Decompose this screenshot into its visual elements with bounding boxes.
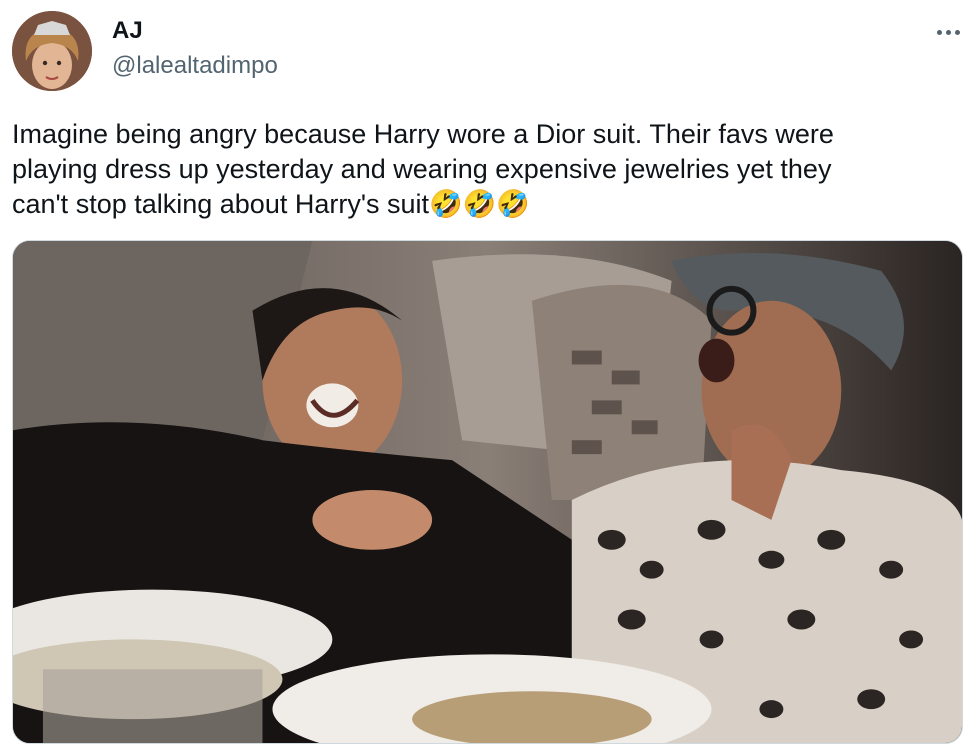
avatar[interactable] <box>12 11 92 91</box>
tweet-text: Imagine being angry because Harry wore a… <box>12 119 834 219</box>
media-image-content <box>13 241 962 743</box>
author-display-name[interactable]: AJ <box>112 17 143 45</box>
profile-avatar-icon <box>12 11 92 91</box>
author-handle[interactable]: @lalealtadimpo <box>112 52 278 80</box>
more-options-button[interactable] <box>934 22 962 42</box>
ellipsis-icon <box>936 29 942 35</box>
tweet-media-image[interactable] <box>12 240 963 744</box>
